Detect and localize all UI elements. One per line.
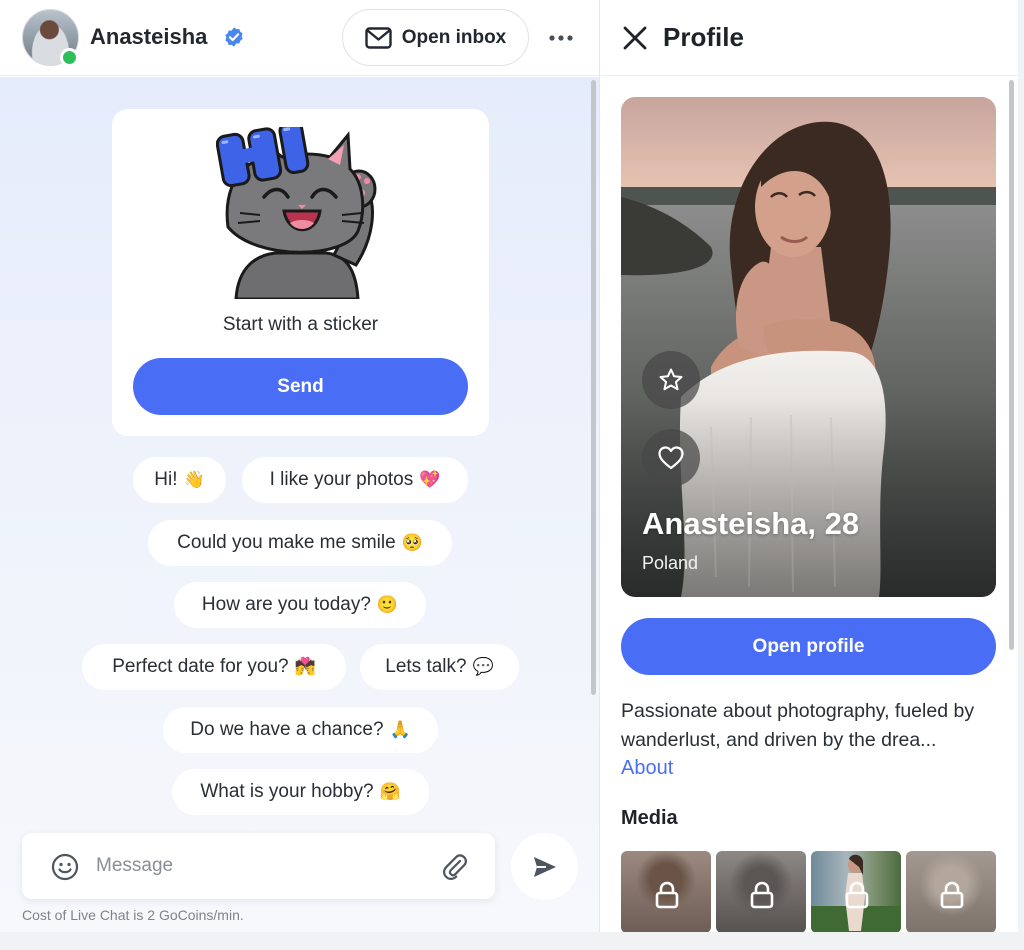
quick-reply-chip[interactable]: What is your hobby? 🤗 <box>172 769 429 815</box>
message-composer <box>22 833 495 899</box>
media-thumbnail-locked[interactable] <box>716 851 806 932</box>
send-message-button[interactable] <box>511 833 578 900</box>
lock-icon <box>655 881 679 909</box>
hugging-face-emoji: 🤗 <box>379 782 401 802</box>
profile-name-age: Anasteisha, 28 <box>642 506 860 541</box>
pleading-face-emoji: 🥺 <box>401 533 423 553</box>
mail-icon <box>365 26 392 49</box>
media-thumbnail-locked[interactable] <box>906 851 996 932</box>
message-input[interactable] <box>96 847 426 885</box>
chat-panel: Anasteisha Open inbox Start with a stick… <box>0 0 600 932</box>
quick-reply-chip[interactable]: Hi! 👋 <box>133 457 226 503</box>
send-icon <box>533 856 556 877</box>
about-link[interactable]: About <box>621 757 673 780</box>
sticker-card: Start with a sticker Send <box>112 109 489 436</box>
more-icon <box>549 35 573 41</box>
sticker-caption: Start with a sticker <box>222 314 379 335</box>
lock-icon <box>845 881 869 909</box>
chat-contact-name[interactable]: Anasteisha <box>90 24 207 50</box>
media-thumbnail-locked[interactable] <box>811 851 901 932</box>
open-profile-button[interactable]: Open profile <box>621 618 996 675</box>
like-button[interactable] <box>642 429 700 487</box>
quick-reply-chip[interactable]: How are you today? 🙂 <box>174 582 426 628</box>
lock-icon <box>750 881 774 909</box>
heart-emoji: 💖 <box>419 470 441 490</box>
profile-photo[interactable]: Anasteisha, 28 Poland <box>621 97 996 597</box>
chip-label: Lets talk? <box>385 656 467 677</box>
chip-label: Do we have a chance? <box>190 719 384 740</box>
smile-icon[interactable] <box>51 853 79 881</box>
star-icon <box>659 368 683 391</box>
waving-hand-emoji: 👋 <box>183 470 205 490</box>
profile-header: Profile <box>601 0 1018 76</box>
media-section-title: Media <box>621 807 678 829</box>
cost-note: Cost of Live Chat is 2 GoCoins/min. <box>22 907 244 923</box>
paperclip-icon[interactable] <box>440 852 468 880</box>
online-status-dot <box>60 48 79 67</box>
more-options-button[interactable] <box>545 26 577 50</box>
open-inbox-label: Open inbox <box>401 26 507 48</box>
lock-icon <box>940 881 964 909</box>
favorite-button[interactable] <box>642 351 700 409</box>
quick-reply-chip[interactable]: Could you make me smile 🥺 <box>148 520 452 566</box>
verified-icon <box>225 27 243 47</box>
chip-label: Hi! <box>154 469 178 490</box>
folded-hands-emoji: 🙏 <box>389 720 411 740</box>
profile-title: Profile <box>663 22 744 52</box>
chip-label: Perfect date for you? <box>112 656 289 677</box>
chat-scrollbar[interactable] <box>591 80 596 695</box>
quick-reply-chip[interactable]: Lets talk? 💬 <box>360 644 519 690</box>
cat-sticker-image[interactable] <box>216 127 386 299</box>
chip-label: How are you today? <box>201 594 371 615</box>
chip-label: What is your hobby? <box>200 781 374 802</box>
chip-label: I like your photos <box>269 469 414 490</box>
kiss-emoji: 💏 <box>294 657 316 677</box>
close-icon[interactable] <box>621 24 649 52</box>
smiling-face-emoji: 🙂 <box>376 595 399 615</box>
quick-reply-chip[interactable]: Do we have a chance? 🙏 <box>163 707 438 753</box>
chat-header: Anasteisha Open inbox <box>0 0 599 76</box>
heart-icon <box>658 446 684 470</box>
chip-label: Could you make me smile <box>177 532 396 553</box>
quick-reply-chip[interactable]: Perfect date for you? 💏 <box>82 644 346 690</box>
app-window: Anasteisha Open inbox Start with a stick… <box>0 0 1018 932</box>
profile-country: Poland <box>642 553 699 573</box>
profile-scrollbar[interactable] <box>1009 80 1014 650</box>
open-inbox-button[interactable]: Open inbox <box>342 9 529 66</box>
profile-bio: Passionate about photography, fueled by … <box>621 700 975 751</box>
profile-panel: Profile Anasteisha, 28 Poland Open profi… <box>601 0 1018 932</box>
send-sticker-button[interactable]: Send <box>133 358 468 415</box>
speech-bubble-emoji: 💬 <box>472 657 494 677</box>
quick-reply-chip[interactable]: I like your photos 💖 <box>242 457 468 503</box>
media-thumbnail-locked[interactable] <box>621 851 711 932</box>
